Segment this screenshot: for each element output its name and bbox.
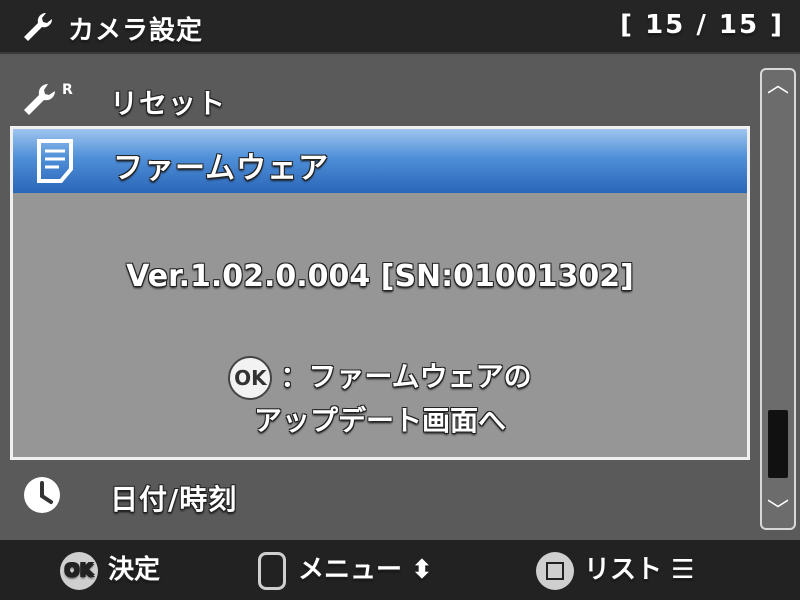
firmware-hint-line1: OK ：ファームウェアの: [13, 355, 747, 400]
list-button-icon: [536, 551, 574, 590]
menu-item-label: リセット: [110, 87, 227, 120]
footer-menu-label: メニュー: [298, 555, 403, 585]
footer-ok-hint: OK 決定: [60, 550, 160, 590]
firmware-icon: [37, 139, 73, 183]
wrench-reset-icon: R: [24, 82, 73, 115]
footer-list-label: リスト: [584, 555, 663, 585]
menu-item-reset[interactable]: R リセット: [0, 70, 756, 126]
page-title: カメラ設定: [68, 16, 204, 46]
menu-item-datetime[interactable]: 日付/時刻: [0, 466, 756, 522]
menu-item-firmware[interactable]: ファームウェア: [13, 129, 747, 193]
menu-item-label: 日付/時刻: [110, 483, 238, 516]
footer-list-hint: リスト ☰: [536, 550, 694, 590]
reset-superscript: R: [62, 82, 73, 98]
up-down-arrow-icon: ⬍: [411, 555, 433, 585]
chevron-up-icon[interactable]: ︿: [764, 72, 792, 100]
firmware-hint-line2: アップデート画面へ: [253, 404, 506, 437]
hint-text-1: ：ファームウェアの: [280, 360, 532, 393]
nav-button-icon: [258, 551, 286, 590]
footer-ok-label: 決定: [108, 555, 161, 585]
footer-bar: OK 決定 メニュー ⬍ リスト ☰: [0, 540, 800, 600]
firmware-version: Ver.1.02.0.004 [SN:01001302]: [126, 259, 634, 294]
chevron-down-icon[interactable]: ﹀: [764, 498, 792, 526]
scrollbar[interactable]: ︿ ﹀: [760, 68, 796, 530]
ok-button-icon: OK: [228, 356, 273, 400]
footer-menu-hint: メニュー ⬍: [258, 550, 433, 590]
clock-icon: [24, 477, 60, 513]
selected-item-panel: ファームウェア Ver.1.02.0.004 [SN:01001302] OK：…: [10, 126, 750, 460]
menu-item-label: ファームウェア: [113, 151, 330, 186]
scrollbar-thumb[interactable]: [768, 410, 788, 478]
list-icon: ☰: [671, 555, 695, 585]
page-indicator: [ 15 / 15 ]: [620, 10, 784, 40]
ok-button-icon: OK: [60, 551, 98, 590]
header-bar: カメラ設定 [ 15 / 15 ]: [0, 0, 800, 54]
wrench-icon: [24, 12, 53, 41]
